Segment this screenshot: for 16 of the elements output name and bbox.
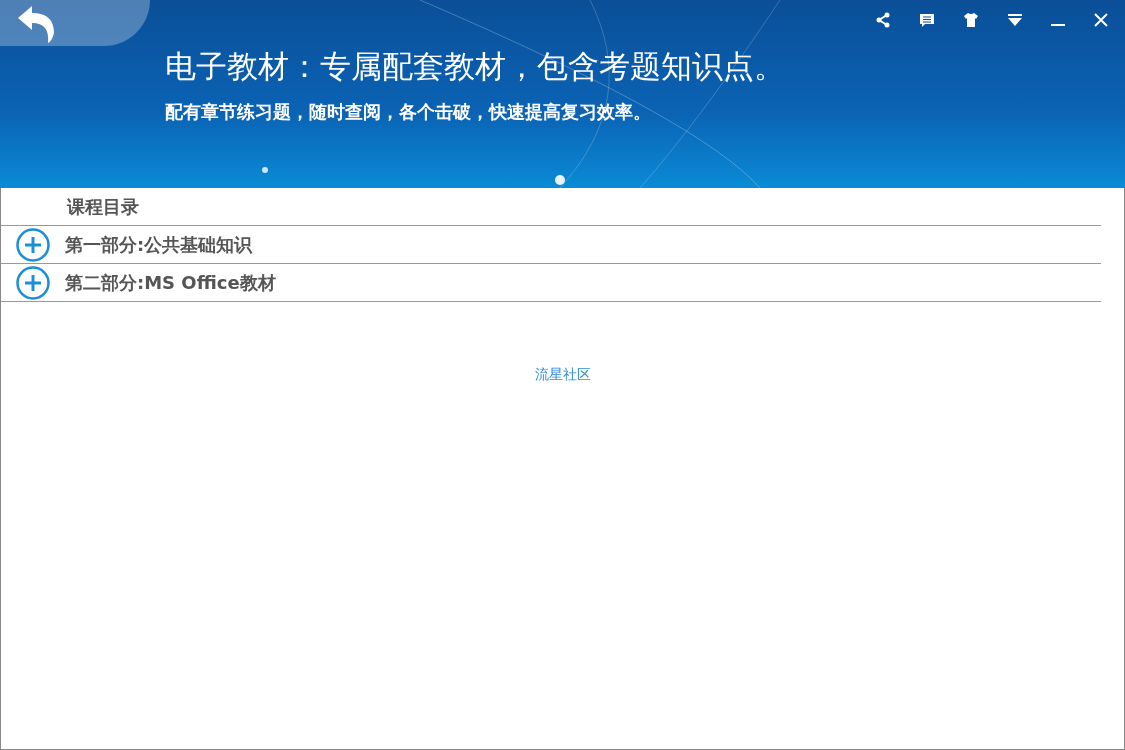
catalog-heading: 课程目录 <box>67 194 139 219</box>
speech-bubble-icon <box>919 12 935 28</box>
minimize-icon <box>1051 24 1065 26</box>
banner-title: 电子教材：专属配套教材，包含考题知识点。 <box>165 47 786 86</box>
dropdown-icon <box>1007 12 1023 28</box>
expand-icon[interactable] <box>16 227 50 262</box>
t-shirt-icon <box>963 12 979 28</box>
close-icon <box>1093 12 1109 28</box>
share-icon <box>875 12 891 28</box>
community-link[interactable]: 流星社区 <box>534 366 591 384</box>
back-button[interactable] <box>0 0 150 46</box>
banner-subtitle: 配有章节练习题，随时查阅，各个击破，快速提高复习效率。 <box>165 100 652 124</box>
expand-icon[interactable] <box>16 265 50 300</box>
catalog-item[interactable]: 第一部分:公共基础知识 <box>65 232 253 257</box>
catalog-item[interactable]: 第二部分:MS Office教材 <box>65 270 276 295</box>
skin-button[interactable] <box>961 10 981 30</box>
